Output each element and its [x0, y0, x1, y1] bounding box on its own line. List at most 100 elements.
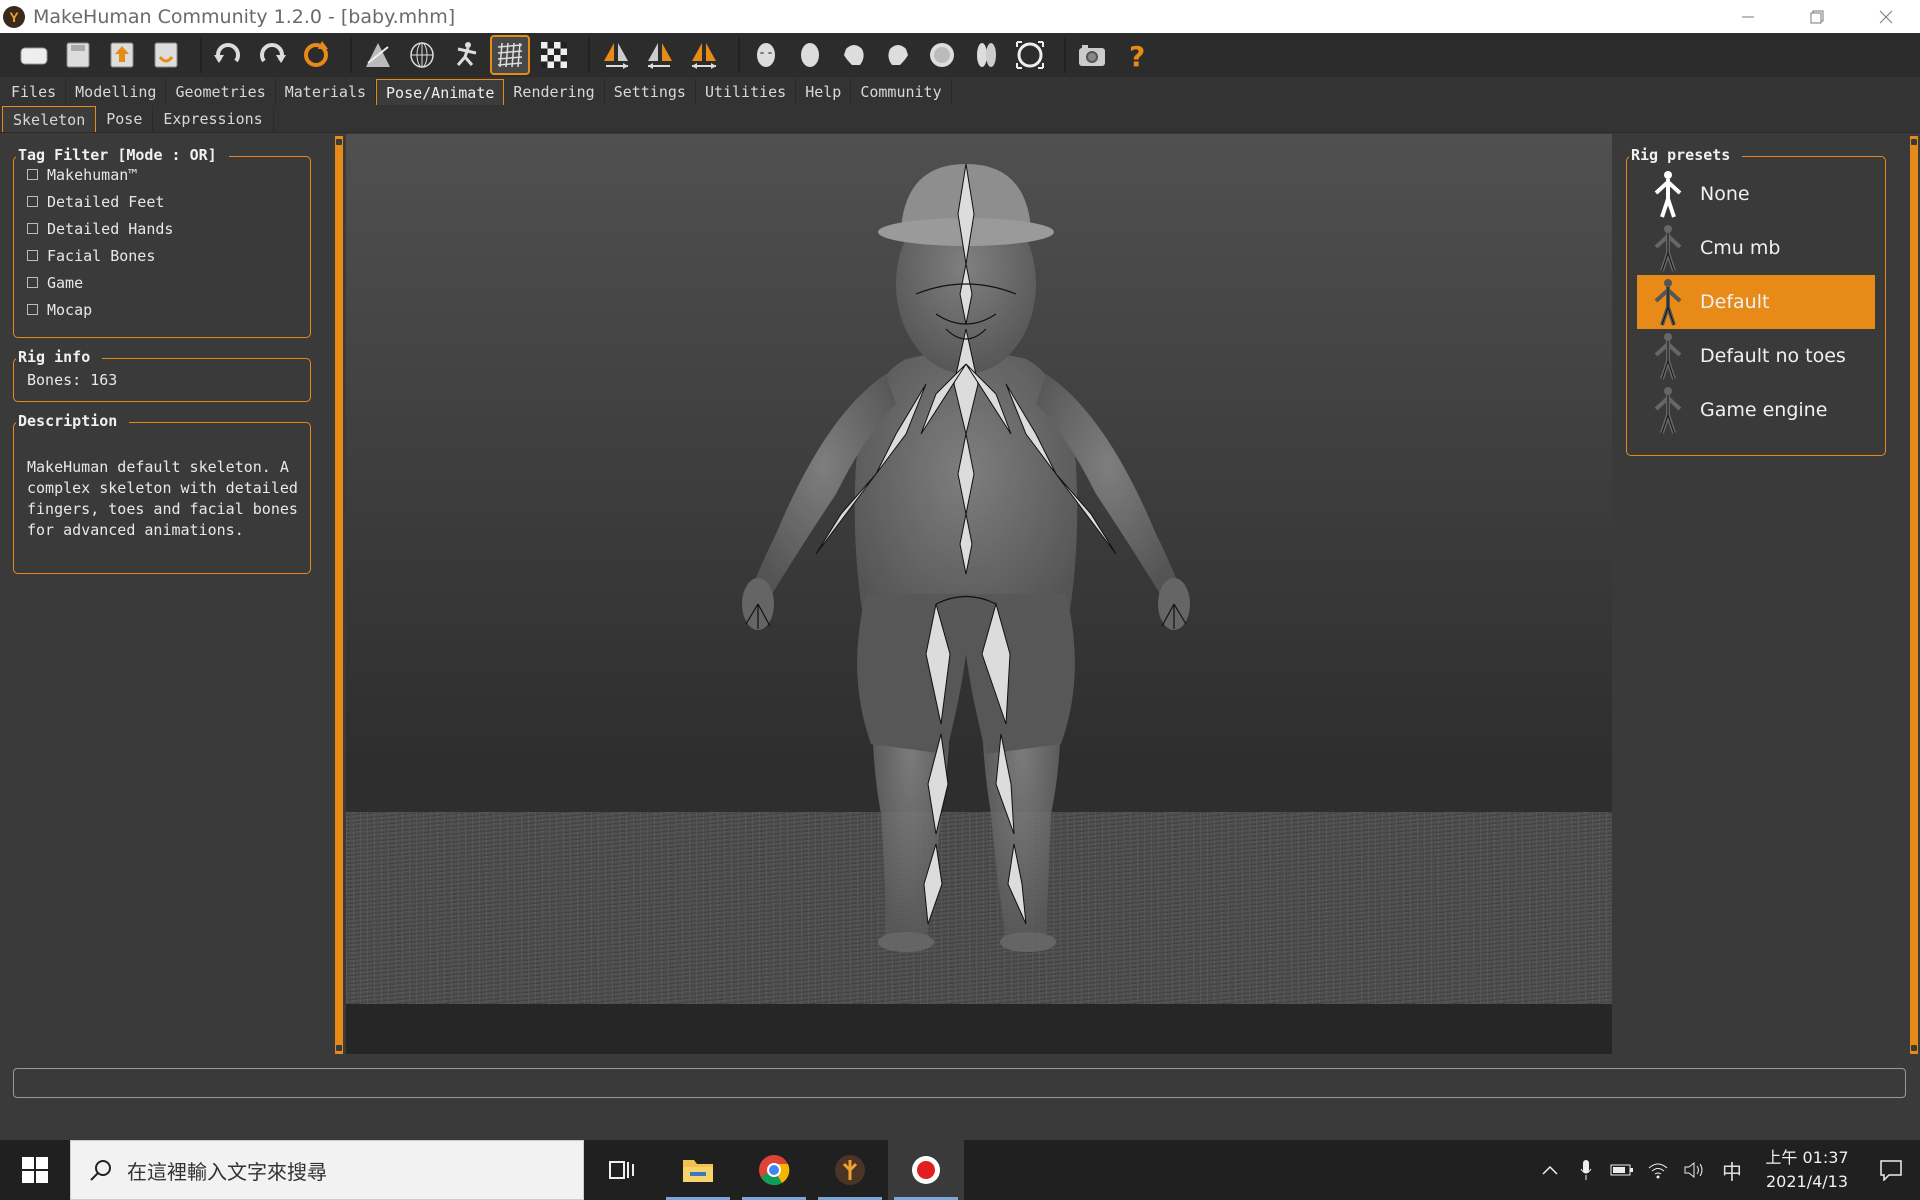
rig-preset-game-engine[interactable]: Game engine	[1637, 383, 1875, 437]
battery-icon[interactable]	[1604, 1140, 1640, 1200]
save-icon[interactable]	[58, 35, 98, 75]
volume-icon[interactable]	[1676, 1140, 1712, 1200]
toolbar-separator	[1064, 37, 1066, 73]
chevron-up-icon[interactable]	[1532, 1140, 1568, 1200]
tab-settings[interactable]: Settings	[605, 79, 696, 105]
tag-filter-item[interactable]: Makehuman™	[14, 161, 310, 188]
system-tray: 中 上午 01:37 2021/4/13	[1532, 1140, 1920, 1200]
tag-filter-item[interactable]: Game	[14, 269, 310, 296]
subtab-expressions[interactable]: Expressions	[153, 106, 274, 132]
windows-start-icon[interactable]	[0, 1140, 70, 1200]
taskbar-search-input[interactable]: 在這裡輸入文字來搜尋	[70, 1140, 584, 1200]
tag-filter-item[interactable]: Detailed Feet	[14, 188, 310, 215]
screenshot-icon[interactable]	[1072, 35, 1112, 75]
chrome-icon[interactable]	[736, 1140, 812, 1200]
search-icon	[90, 1160, 111, 1181]
right-view-icon[interactable]	[878, 35, 918, 75]
smooth-icon[interactable]	[358, 35, 398, 75]
rig-preset-cmu-mb[interactable]: Cmu mb	[1637, 221, 1875, 275]
top-view-icon[interactable]	[922, 35, 962, 75]
rig-preset-default-no-toes[interactable]: Default no toes	[1637, 329, 1875, 383]
ime-indicator[interactable]: 中	[1712, 1140, 1752, 1200]
checkbox[interactable]	[27, 304, 38, 315]
subtab-skeleton[interactable]: Skeleton	[2, 106, 97, 132]
wireframe-icon[interactable]	[402, 35, 442, 75]
rig-preset-default[interactable]: Default	[1637, 275, 1875, 329]
main-tab-bar: Files Modelling Geometries Materials Pos…	[0, 77, 1920, 105]
rig-info-title: Rig info	[16, 348, 103, 366]
title-bar: Y MakeHuman Community 1.2.0 - [baby.mhm]	[0, 0, 1920, 33]
grid-icon[interactable]	[490, 35, 530, 75]
reset-camera-icon[interactable]	[1010, 35, 1050, 75]
bottom-view-icon[interactable]	[966, 35, 1006, 75]
task-view-icon[interactable]	[584, 1140, 660, 1200]
tab-utilities[interactable]: Utilities	[696, 79, 797, 105]
tab-files[interactable]: Files	[2, 79, 67, 105]
tag-filter-item[interactable]: Facial Bones	[14, 242, 310, 269]
tab-pose-animate[interactable]: Pose/Animate	[376, 79, 505, 105]
tab-community[interactable]: Community	[851, 79, 952, 105]
redo-icon[interactable]	[252, 35, 292, 75]
checkbox[interactable]	[27, 277, 38, 288]
microphone-icon[interactable]	[1568, 1140, 1604, 1200]
tab-rendering[interactable]: Rendering	[504, 79, 605, 105]
back-view-icon[interactable]	[790, 35, 830, 75]
wifi-icon[interactable]	[1640, 1140, 1676, 1200]
makehuman-icon[interactable]	[812, 1140, 888, 1200]
notification-icon[interactable]	[1862, 1140, 1920, 1200]
help-icon[interactable]: ?	[1116, 35, 1156, 75]
recorder-icon[interactable]	[888, 1140, 964, 1200]
edit-tools	[208, 35, 340, 75]
restore-icon[interactable]	[1782, 0, 1851, 33]
3d-viewport[interactable]	[346, 134, 1612, 1054]
close-icon[interactable]	[1851, 0, 1920, 33]
baby-model-with-skeleton[interactable]	[346, 134, 1612, 1054]
tab-help[interactable]: Help	[796, 79, 852, 105]
makehuman-logo-icon[interactable]: Y	[3, 5, 25, 28]
symmetry-icon[interactable]	[684, 35, 724, 75]
checkbox[interactable]	[27, 250, 38, 261]
description-group: Description MakeHuman default skeleton. …	[13, 412, 311, 574]
reset-icon[interactable]	[296, 35, 336, 75]
checker-icon[interactable]	[534, 35, 574, 75]
checkbox[interactable]	[27, 169, 38, 180]
figure-icon	[1654, 279, 1682, 326]
checkbox[interactable]	[27, 223, 38, 234]
tag-filter-item[interactable]: Mocap	[14, 296, 310, 323]
status-bar	[13, 1068, 1906, 1098]
file-explorer-icon[interactable]	[660, 1140, 736, 1200]
figure-icon	[1654, 333, 1682, 380]
camera-tools	[746, 35, 1054, 75]
tab-materials[interactable]: Materials	[276, 79, 377, 105]
description-text: MakeHuman default skeleton. A complex sk…	[27, 458, 298, 539]
tag-filter-item[interactable]: Detailed Hands	[14, 215, 310, 242]
export-icon[interactable]	[102, 35, 142, 75]
right-panel: Rig presets None Cmu mb Default Default …	[1620, 134, 1910, 1054]
minimize-icon[interactable]	[1713, 0, 1782, 33]
window-title: MakeHuman Community 1.2.0 - [baby.mhm]	[33, 5, 456, 28]
checkbox[interactable]	[27, 196, 38, 207]
symmetry-right-icon[interactable]	[596, 35, 636, 75]
file-tools	[14, 35, 190, 75]
undo-icon[interactable]	[208, 35, 248, 75]
front-view-icon[interactable]	[746, 35, 786, 75]
left-splitter-handle[interactable]	[335, 136, 343, 1054]
subtab-pose[interactable]: Pose	[96, 106, 154, 132]
view-mode-tools	[358, 35, 578, 75]
tab-modelling[interactable]: Modelling	[66, 79, 167, 105]
taskbar-clock[interactable]: 上午 01:37 2021/4/13	[1752, 1146, 1862, 1194]
rig-presets-group: Rig presets None Cmu mb Default Default …	[1626, 146, 1886, 456]
pose-icon[interactable]	[446, 35, 486, 75]
left-view-icon[interactable]	[834, 35, 874, 75]
rig-preset-none[interactable]: None	[1637, 167, 1875, 221]
window-controls	[1713, 0, 1920, 33]
figure-icon	[1654, 387, 1682, 434]
taskbar: 在這裡輸入文字來搜尋 中 上午 01:37 2021/4/13	[0, 1140, 1920, 1200]
load-icon[interactable]	[14, 35, 54, 75]
toolbar-separator	[200, 37, 202, 73]
toolbar-separator	[738, 37, 740, 73]
save-as-icon[interactable]	[146, 35, 186, 75]
tab-geometries[interactable]: Geometries	[166, 79, 276, 105]
right-splitter-handle[interactable]	[1910, 136, 1918, 1054]
symmetry-left-icon[interactable]	[640, 35, 680, 75]
